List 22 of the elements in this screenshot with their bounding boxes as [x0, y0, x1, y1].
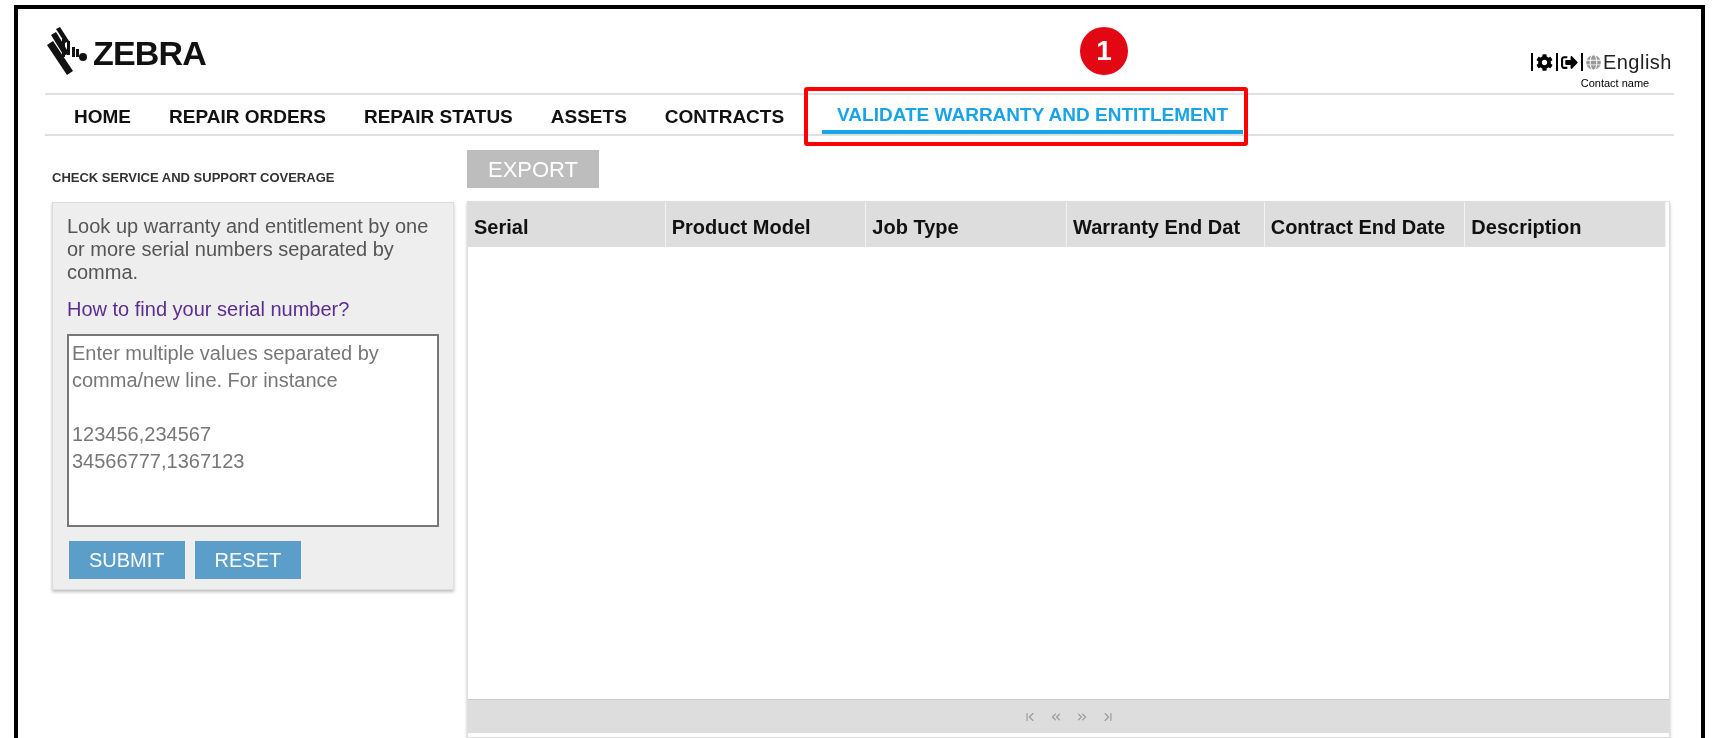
- contact-name: Contact name: [1580, 76, 1650, 91]
- step-marker: 1: [1080, 27, 1128, 75]
- nav-tab[interactable]: HOME: [74, 95, 131, 134]
- nav-tab[interactable]: CONTRACTS: [664, 95, 785, 134]
- lookup-instructions: Look up warranty and entitlement by one or more serial numbers separated by comma.: [67, 214, 430, 284]
- column-header[interactable]: Job Type: [866, 202, 1067, 247]
- column-header[interactable]: Warranty End Dat: [1067, 202, 1265, 247]
- section-heading: CHECK SERVICE AND SUPPORT COVERAGE: [52, 169, 336, 187]
- logo-wordmark: ZEBRA: [93, 36, 206, 70]
- language-selector[interactable]: English: [1602, 47, 1672, 77]
- nav-tab[interactable]: REPAIR STATUS: [363, 95, 513, 134]
- settings-icon[interactable]: [1535, 53, 1553, 71]
- serials-field[interactable]: Enter multiple values separated by comma/new line. For instance 123456,234567 34566777,1367123: [67, 333, 439, 527]
- sign-out-icon[interactable]: [1560, 53, 1578, 71]
- column-header[interactable]: Product Model: [665, 202, 867, 247]
- column-header[interactable]: Contract End Date: [1264, 202, 1466, 247]
- globe-icon: [1585, 54, 1601, 70]
- serial-help-link[interactable]: How to find your serial number?: [67, 293, 439, 324]
- nav-tab[interactable]: REPAIR ORDERS: [169, 95, 326, 134]
- column-header[interactable]: Serial: [468, 202, 666, 247]
- nav-tab[interactable]: ASSETS: [550, 95, 627, 134]
- column-header[interactable]: Description: [1465, 202, 1666, 247]
